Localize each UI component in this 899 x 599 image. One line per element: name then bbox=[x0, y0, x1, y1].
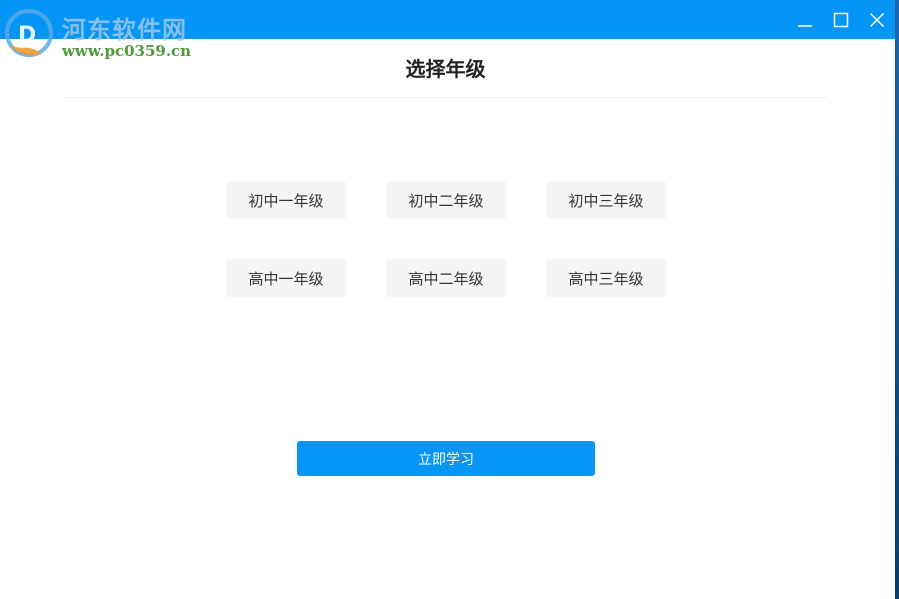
grade-button-senior-1[interactable]: 高中一年级 bbox=[226, 259, 346, 297]
window-controls bbox=[787, 0, 895, 39]
maximize-button[interactable] bbox=[823, 0, 859, 39]
grade-button-senior-3[interactable]: 高中三年级 bbox=[546, 259, 666, 297]
maximize-icon bbox=[833, 12, 849, 27]
minimize-button[interactable] bbox=[787, 0, 823, 39]
svg-text:D: D bbox=[18, 23, 36, 48]
start-learning-button[interactable]: 立即学习 bbox=[297, 441, 595, 476]
grade-button-junior-3[interactable]: 初中三年级 bbox=[546, 181, 666, 219]
grade-button-junior-2[interactable]: 初中二年级 bbox=[386, 181, 506, 219]
minimize-icon bbox=[798, 24, 812, 27]
close-button[interactable] bbox=[859, 0, 895, 39]
page-title: 选择年级 bbox=[405, 57, 486, 81]
title-divider bbox=[66, 97, 826, 98]
close-icon bbox=[869, 12, 885, 27]
app-window: D 河东软件网 www.pc0359.cn 选择年级 初中一年级 初中二年级 初… bbox=[0, 0, 895, 599]
watermark-title: 河东软件网 bbox=[62, 15, 187, 44]
grade-button-junior-1[interactable]: 初中一年级 bbox=[226, 181, 346, 219]
grade-button-senior-2[interactable]: 高中二年级 bbox=[386, 259, 506, 297]
